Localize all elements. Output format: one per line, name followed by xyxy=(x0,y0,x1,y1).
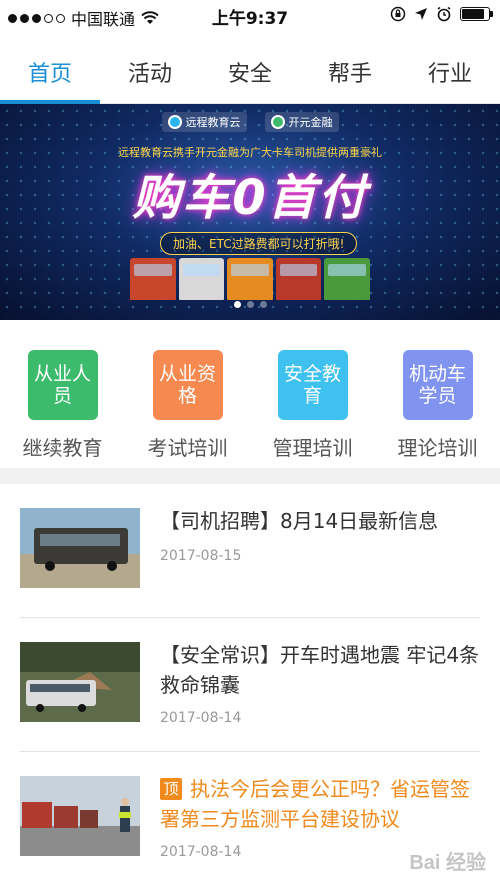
category-grid: 从业人员 继续教育 从业资格 考试培训 安全教育 管理培训 机动车学员 理论培训 xyxy=(0,320,500,468)
category-label: 理论培训 xyxy=(397,436,478,460)
news-title: 【司机招聘】8月14日最新信息 xyxy=(160,509,439,533)
category-theory-training[interactable]: 机动车学员 理论培训 xyxy=(375,320,500,468)
yuancheng-logo-icon xyxy=(167,115,182,129)
category-label: 考试培训 xyxy=(147,436,228,460)
news-title-pinned: 顶执法今后会更公正吗？省运管签署第三方监测平台建设协议 xyxy=(160,774,480,834)
status-right xyxy=(390,6,493,22)
banner-headline: 购车0首付 xyxy=(132,170,368,226)
banner-logos: 远程教育云 开元金融 xyxy=(0,112,500,132)
section-divider xyxy=(0,468,500,484)
news-item[interactable]: 【司机招聘】8月14日最新信息 2017-08-15 xyxy=(20,484,480,618)
tab-helper[interactable]: 帮手 xyxy=(300,40,400,103)
news-thumbnail xyxy=(20,776,140,856)
practitioner-icon: 从业人员 xyxy=(27,350,98,420)
kaiyuan-logo: 开元金融 xyxy=(264,112,339,132)
truck-image xyxy=(275,258,322,300)
banner-offer-pill: 加油、ETC过路费都可以打折哦! xyxy=(160,232,358,255)
category-label: 管理培训 xyxy=(272,436,353,460)
news-item[interactable]: 【安全常识】开车时遇地震 牢记4条救命锦囊 2017-08-14 xyxy=(20,618,480,752)
news-date: 2017-08-14 xyxy=(160,844,242,860)
category-exam-training[interactable]: 从业资格 考试培训 xyxy=(125,320,250,468)
news-date: 2017-08-15 xyxy=(160,548,242,564)
safety-education-icon: 安全教育 xyxy=(277,350,348,420)
alarm-icon xyxy=(437,6,451,22)
news-title: 【安全常识】开车时遇地震 牢记4条救命锦囊 xyxy=(160,643,480,697)
pinned-badge: 顶 xyxy=(160,778,182,800)
promo-banner[interactable]: 远程教育云 开元金融 远程教育云携手开元金融为广大卡车司机提供两重豪礼 购车0首… xyxy=(0,104,500,320)
tab-activity[interactable]: 活动 xyxy=(100,40,200,103)
yuancheng-logo: 远程教育云 xyxy=(161,112,247,132)
kaiyuan-logo-icon xyxy=(270,115,285,129)
page-dot xyxy=(259,301,267,308)
page-dot xyxy=(233,301,241,308)
qualification-icon: 从业资格 xyxy=(152,350,223,420)
category-continuing-education[interactable]: 从业人员 继续教育 xyxy=(0,320,125,468)
tab-safety[interactable]: 安全 xyxy=(200,40,300,103)
truck-image xyxy=(130,258,176,300)
tab-industry[interactable]: 行业 xyxy=(400,40,500,103)
news-thumbnail xyxy=(20,642,140,722)
banner-trucks-image xyxy=(130,254,370,300)
truck-image xyxy=(324,258,370,300)
location-icon xyxy=(415,8,427,20)
watermark: Bai 经验 xyxy=(409,852,486,874)
motor-vehicle-student-icon: 机动车学员 xyxy=(402,350,473,420)
tab-home[interactable]: 首页 xyxy=(0,40,100,104)
page-dot xyxy=(246,301,254,308)
truck-image xyxy=(227,258,273,300)
truck-image xyxy=(178,258,225,300)
news-title-text: 执法今后会更公正吗？省运管签署第三方监测平台建设协议 xyxy=(160,777,470,831)
rotation-lock-icon xyxy=(390,6,406,22)
banner-page-indicator xyxy=(0,301,500,308)
battery-icon xyxy=(460,7,493,21)
top-tab-bar: 首页 活动 安全 帮手 行业 xyxy=(0,40,500,104)
category-label: 继续教育 xyxy=(22,436,103,460)
status-bar: 中国联通 上午9:37 xyxy=(0,0,500,30)
category-management-training[interactable]: 安全教育 管理培训 xyxy=(250,320,375,468)
news-date: 2017-08-14 xyxy=(160,710,242,726)
news-thumbnail xyxy=(20,508,140,588)
